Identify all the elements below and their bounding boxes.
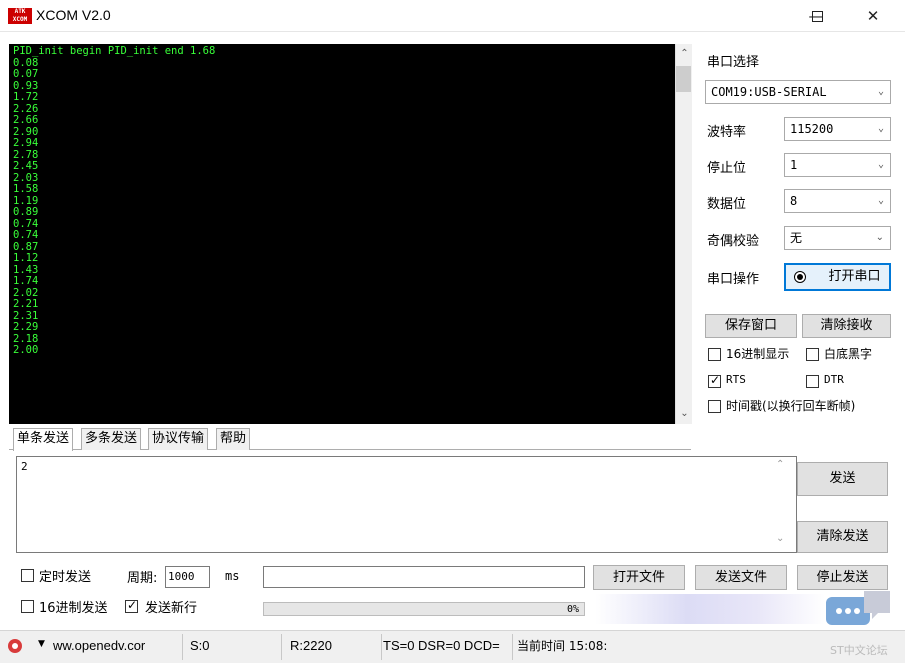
baud-select[interactable]: 115200 ⌄ — [784, 117, 891, 141]
status-received: R:2220 — [290, 638, 332, 653]
status-signals: TS=0 DSR=0 DCD= — [383, 638, 500, 653]
port-select[interactable]: COM19:USB-SERIAL ⌄ — [705, 80, 891, 104]
chevron-down-icon: ⌄ — [877, 159, 884, 170]
tab-protocol[interactable]: 协议传输 — [148, 428, 209, 450]
status-time: 当前时间 15:08: — [517, 639, 608, 653]
timestamp-checkbox[interactable] — [708, 400, 721, 413]
scroll-up-icon[interactable]: ⌃ — [676, 44, 693, 64]
send-textarea[interactable] — [16, 456, 797, 553]
baud-label: 波特率 — [707, 125, 747, 140]
watermark-text: ST中文论坛 — [830, 644, 888, 657]
clear-send-button[interactable]: 清除发送 — [797, 521, 888, 553]
parity-value: 无 — [790, 231, 803, 245]
stopbits-label: 停止位 — [707, 161, 747, 176]
chat-bubble-icon — [826, 591, 890, 625]
scroll-down-icon[interactable]: ⌄ — [776, 533, 784, 544]
tab-help[interactable]: 帮助 — [216, 428, 251, 450]
settings-gear-icon[interactable] — [8, 639, 22, 653]
open-port-label: 打开串口 — [828, 269, 881, 284]
blurred-region — [595, 594, 825, 624]
status-separator — [381, 634, 382, 660]
send-newline-checkbox[interactable] — [125, 598, 138, 613]
hex-send-checkbox[interactable] — [21, 600, 34, 613]
period-unit: ms — [225, 569, 240, 583]
send-scrollbar[interactable]: ⌃ ⌄ — [770, 457, 796, 552]
open-port-button[interactable]: 打开串口 — [784, 263, 891, 291]
dtr-checkbox[interactable] — [806, 375, 819, 388]
stopbits-select[interactable]: 1 ⌄ — [784, 153, 891, 177]
chevron-down-icon: ⌄ — [877, 195, 884, 206]
status-separator — [281, 634, 282, 660]
hex-display-label: 16进制显示 — [726, 347, 790, 361]
operation-label: 串口操作 — [707, 272, 760, 287]
title-bar — [0, 0, 905, 32]
chevron-down-icon: ⌄ — [875, 232, 884, 243]
timed-send-label: 定时发送 — [39, 570, 92, 585]
radio-icon — [794, 271, 806, 283]
send-progress-bar — [263, 602, 585, 616]
receive-terminal[interactable]: PID_init begin PID_init end 1.68 0.08 0.… — [9, 44, 675, 424]
scroll-up-icon[interactable]: ⌃ — [776, 459, 784, 470]
rts-checkbox[interactable] — [708, 373, 721, 388]
dtr-label: DTR — [824, 373, 844, 386]
close-icon[interactable]: ✕ — [850, 0, 896, 32]
chevron-down-icon: ⌄ — [877, 123, 884, 134]
tab-multi-send[interactable]: 多条发送 — [81, 428, 142, 450]
scroll-down-icon[interactable]: ⌄ — [676, 404, 693, 424]
maximize-icon[interactable] — [800, 0, 834, 32]
open-file-button[interactable]: 打开文件 — [593, 565, 685, 590]
terminal-scroll-thumb[interactable] — [676, 66, 691, 92]
status-sent: S:0 — [190, 638, 210, 653]
parity-select[interactable]: 无 ⌄ — [784, 226, 891, 250]
white-bg-label: 白底黑字 — [824, 347, 873, 361]
period-input[interactable]: 1000 — [165, 566, 210, 588]
parity-label: 奇偶校验 — [707, 234, 760, 249]
terminal-scrollbar[interactable]: ⌃ ⌄ — [675, 44, 692, 424]
baud-value: 115200 — [790, 122, 834, 136]
chevron-down-icon: ⌄ — [877, 86, 884, 97]
rts-label: RTS — [726, 373, 746, 386]
app-logo-icon: ATK XCOM — [8, 8, 32, 24]
save-window-button[interactable]: 保存窗口 — [705, 314, 797, 338]
stopbits-value: 1 — [790, 158, 798, 172]
databits-label: 数据位 — [707, 197, 747, 212]
timed-send-checkbox[interactable] — [21, 569, 34, 582]
hex-display-checkbox[interactable] — [708, 348, 721, 361]
port-select-label: 串口选择 — [707, 55, 760, 70]
send-text: 2 — [21, 460, 28, 473]
progress-label: 0% — [567, 604, 580, 615]
timestamp-label: 时间戳(以换行回车断帧) — [726, 399, 856, 413]
status-separator — [182, 634, 183, 660]
status-url[interactable]: ww.openedv.cor — [53, 636, 180, 658]
status-separator — [512, 634, 513, 660]
file-path-input[interactable] — [263, 566, 585, 588]
terminal-output: PID_init begin PID_init end 1.68 0.08 0.… — [13, 45, 216, 356]
white-bg-checkbox[interactable] — [806, 348, 819, 361]
period-label: 周期: — [127, 571, 158, 586]
tab-single-send[interactable]: 单条发送 — [13, 428, 74, 451]
send-file-button[interactable]: 发送文件 — [695, 565, 787, 590]
port-value: COM19:USB-SERIAL — [711, 85, 827, 99]
clear-receive-button[interactable]: 清除接收 — [802, 314, 891, 338]
databits-value: 8 — [790, 194, 798, 208]
window-title: XCOM V2.0 — [36, 7, 111, 23]
send-newline-label: 发送新行 — [145, 601, 198, 616]
dropdown-arrow-icon[interactable]: ▼ — [38, 639, 45, 649]
hex-send-label: 16进制发送 — [39, 601, 108, 616]
databits-select[interactable]: 8 ⌄ — [784, 189, 891, 213]
send-button[interactable]: 发送 — [797, 462, 888, 496]
